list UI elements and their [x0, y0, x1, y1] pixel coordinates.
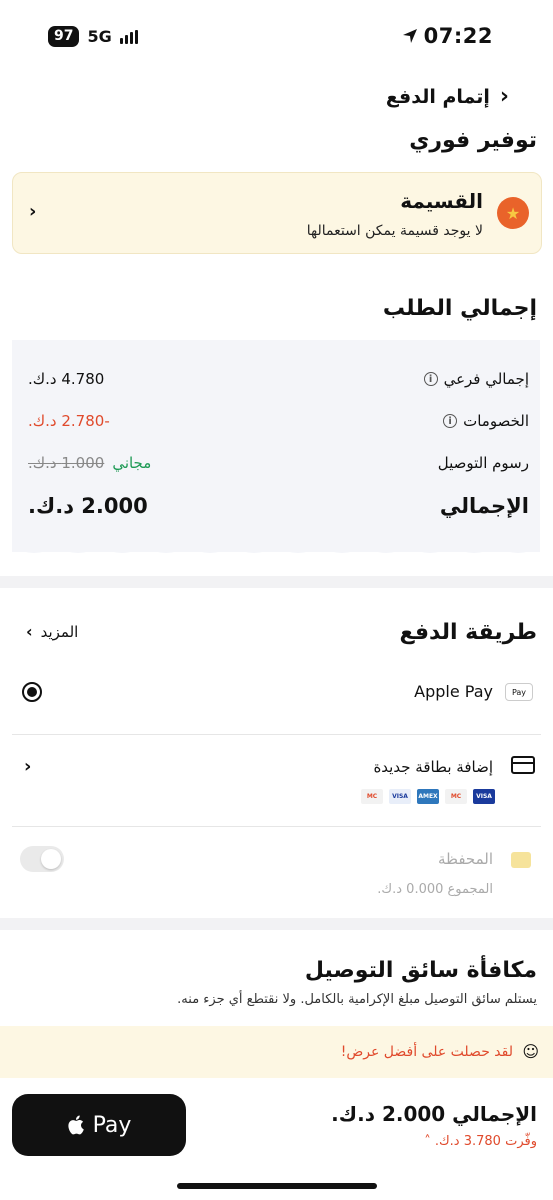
summary-bottom-wave	[12, 546, 540, 553]
subtotal-label: إجمالي فرعي i	[423, 370, 529, 388]
total-label: الإجمالي	[439, 494, 529, 518]
party-face-icon: ☺	[522, 1042, 539, 1061]
coupon-card[interactable]: ★ القسيمة لا يوجد قسيمة يمكن استعمالها ›	[12, 172, 542, 254]
page-header: ‹ إتمام الدفع	[385, 86, 509, 109]
info-icon[interactable]: i	[423, 372, 438, 386]
amex-icon: AMEX	[417, 789, 439, 804]
instant-savings-title: توفير فوري	[409, 128, 537, 153]
coupon-icon: ★	[497, 197, 529, 229]
delivery-fee-value: مجاني 1.000 د.ك.	[28, 454, 151, 472]
network-label: 5G	[87, 27, 112, 46]
best-offer-text: لقد حصلت على أفضل عرض!	[340, 1044, 513, 1060]
apple-pay-label: Apple Pay	[414, 682, 493, 701]
bottom-saved[interactable]: وفّرت 3.780 د.ك. ˄	[424, 1134, 537, 1149]
apple-pay-icon: Pay	[505, 683, 533, 701]
card-brands: VISA MC AMEX VISA MC	[361, 789, 495, 804]
back-chevron-icon[interactable]: ‹	[500, 86, 509, 108]
section-divider	[0, 576, 553, 588]
apple-logo-icon	[68, 1115, 84, 1135]
credit-card-icon	[511, 756, 535, 774]
add-card-label[interactable]: إضافة بطاقة جديدة	[373, 758, 493, 776]
section-divider	[0, 918, 553, 930]
total-value: 2.000 د.ك.	[28, 494, 148, 518]
wallet-label: المحفظة	[437, 850, 493, 868]
coupon-subtitle: لا يوجد قسيمة يمكن استعمالها	[306, 223, 483, 239]
discounts-label: الخصومات i	[443, 412, 529, 430]
delivery-free-label: مجاني	[112, 454, 152, 472]
info-icon[interactable]: i	[443, 414, 458, 428]
discounts-value: -2.780 د.ك.	[28, 412, 110, 430]
signal-icon	[119, 29, 138, 44]
battery-indicator: 97	[48, 26, 80, 47]
delivery-original-price: 1.000 د.ك.	[28, 454, 105, 472]
location-arrow-icon	[402, 29, 417, 43]
payment-method-title: طريقة الدفع	[399, 620, 537, 645]
chevron-right-icon: ›	[29, 201, 37, 222]
order-summary-title: إجمالي الطلب	[382, 296, 537, 321]
summary-top-wave	[12, 341, 540, 348]
mastercard-icon: MC	[361, 789, 383, 804]
bottom-total: الإجمالي 2.000 د.ك.	[331, 1102, 537, 1126]
divider	[12, 826, 541, 827]
clock: 07:22	[423, 24, 493, 48]
chevron-right-icon[interactable]: ›	[24, 756, 31, 777]
status-bar-left: 97 5G	[48, 26, 138, 47]
status-bar-right: 07:22	[402, 24, 493, 48]
page-title: إتمام الدفع	[385, 86, 490, 108]
visa-icon: VISA	[389, 789, 411, 804]
wallet-total: المجموع 0.000 د.ك.	[377, 882, 493, 897]
delivery-fee-label: رسوم التوصيل	[437, 454, 529, 472]
driver-tip-subtitle: يستلم سائق التوصيل مبلغ الإكرامية بالكام…	[177, 992, 537, 1007]
chevron-right-icon: ›	[26, 622, 33, 641]
apple-pay-radio[interactable]	[22, 682, 42, 702]
wallet-icon	[511, 852, 531, 868]
apple-pay-button[interactable]: Pay	[12, 1094, 186, 1156]
visa-icon: VISA	[473, 789, 495, 804]
chevron-up-icon: ˄	[424, 1134, 431, 1149]
home-indicator	[177, 1183, 377, 1189]
wallet-toggle[interactable]	[20, 846, 64, 872]
mastercard-icon: MC	[445, 789, 467, 804]
subtotal-value: 4.780 د.ك.	[28, 370, 105, 388]
coupon-title: القسيمة	[400, 189, 483, 213]
more-payment-link[interactable]: المزيد ›	[26, 622, 78, 641]
divider	[12, 734, 541, 735]
driver-tip-title: مكافأة سائق التوصيل	[304, 958, 537, 983]
